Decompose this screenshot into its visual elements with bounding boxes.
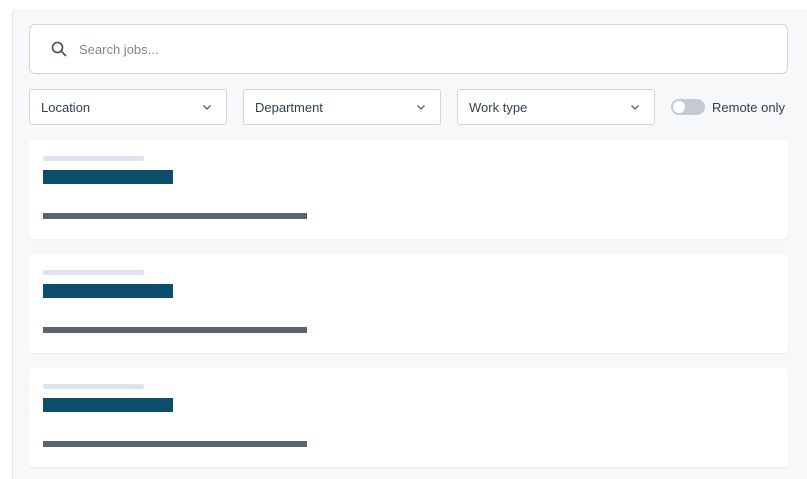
skeleton-department-line bbox=[43, 384, 144, 389]
department-select-label: Department bbox=[255, 99, 323, 115]
search-box[interactable] bbox=[29, 24, 788, 74]
skeleton-title-bar bbox=[43, 170, 173, 184]
work-type-select[interactable]: Work type bbox=[457, 89, 655, 125]
search-input[interactable] bbox=[79, 41, 739, 57]
chevron-down-icon bbox=[203, 105, 211, 110]
job-card-skeleton[interactable] bbox=[29, 140, 788, 239]
remote-only-filter: Remote only bbox=[671, 89, 785, 125]
remote-only-label: Remote only bbox=[712, 99, 785, 115]
skeleton-meta-line bbox=[43, 441, 307, 447]
remote-only-toggle[interactable] bbox=[671, 99, 705, 115]
skeleton-department-line bbox=[43, 270, 144, 275]
work-type-select-label: Work type bbox=[469, 99, 528, 115]
skeleton-title-bar bbox=[43, 284, 173, 298]
skeleton-meta-line bbox=[43, 327, 307, 333]
search-icon bbox=[51, 41, 67, 57]
chevron-down-icon bbox=[417, 105, 425, 110]
toggle-knob bbox=[673, 101, 685, 113]
location-select-label: Location bbox=[41, 99, 91, 115]
filter-bar: Location Department Work type Remote onl… bbox=[29, 89, 790, 125]
chevron-down-icon bbox=[631, 105, 639, 110]
department-select[interactable]: Department bbox=[243, 89, 441, 125]
job-board-panel: Location Department Work type Remote onl… bbox=[12, 10, 807, 479]
location-select[interactable]: Location bbox=[29, 89, 227, 125]
skeleton-department-line bbox=[43, 156, 144, 161]
job-card-skeleton[interactable] bbox=[29, 254, 788, 353]
job-card-skeleton[interactable] bbox=[29, 368, 788, 467]
skeleton-title-bar bbox=[43, 398, 173, 412]
skeleton-meta-line bbox=[43, 213, 307, 219]
